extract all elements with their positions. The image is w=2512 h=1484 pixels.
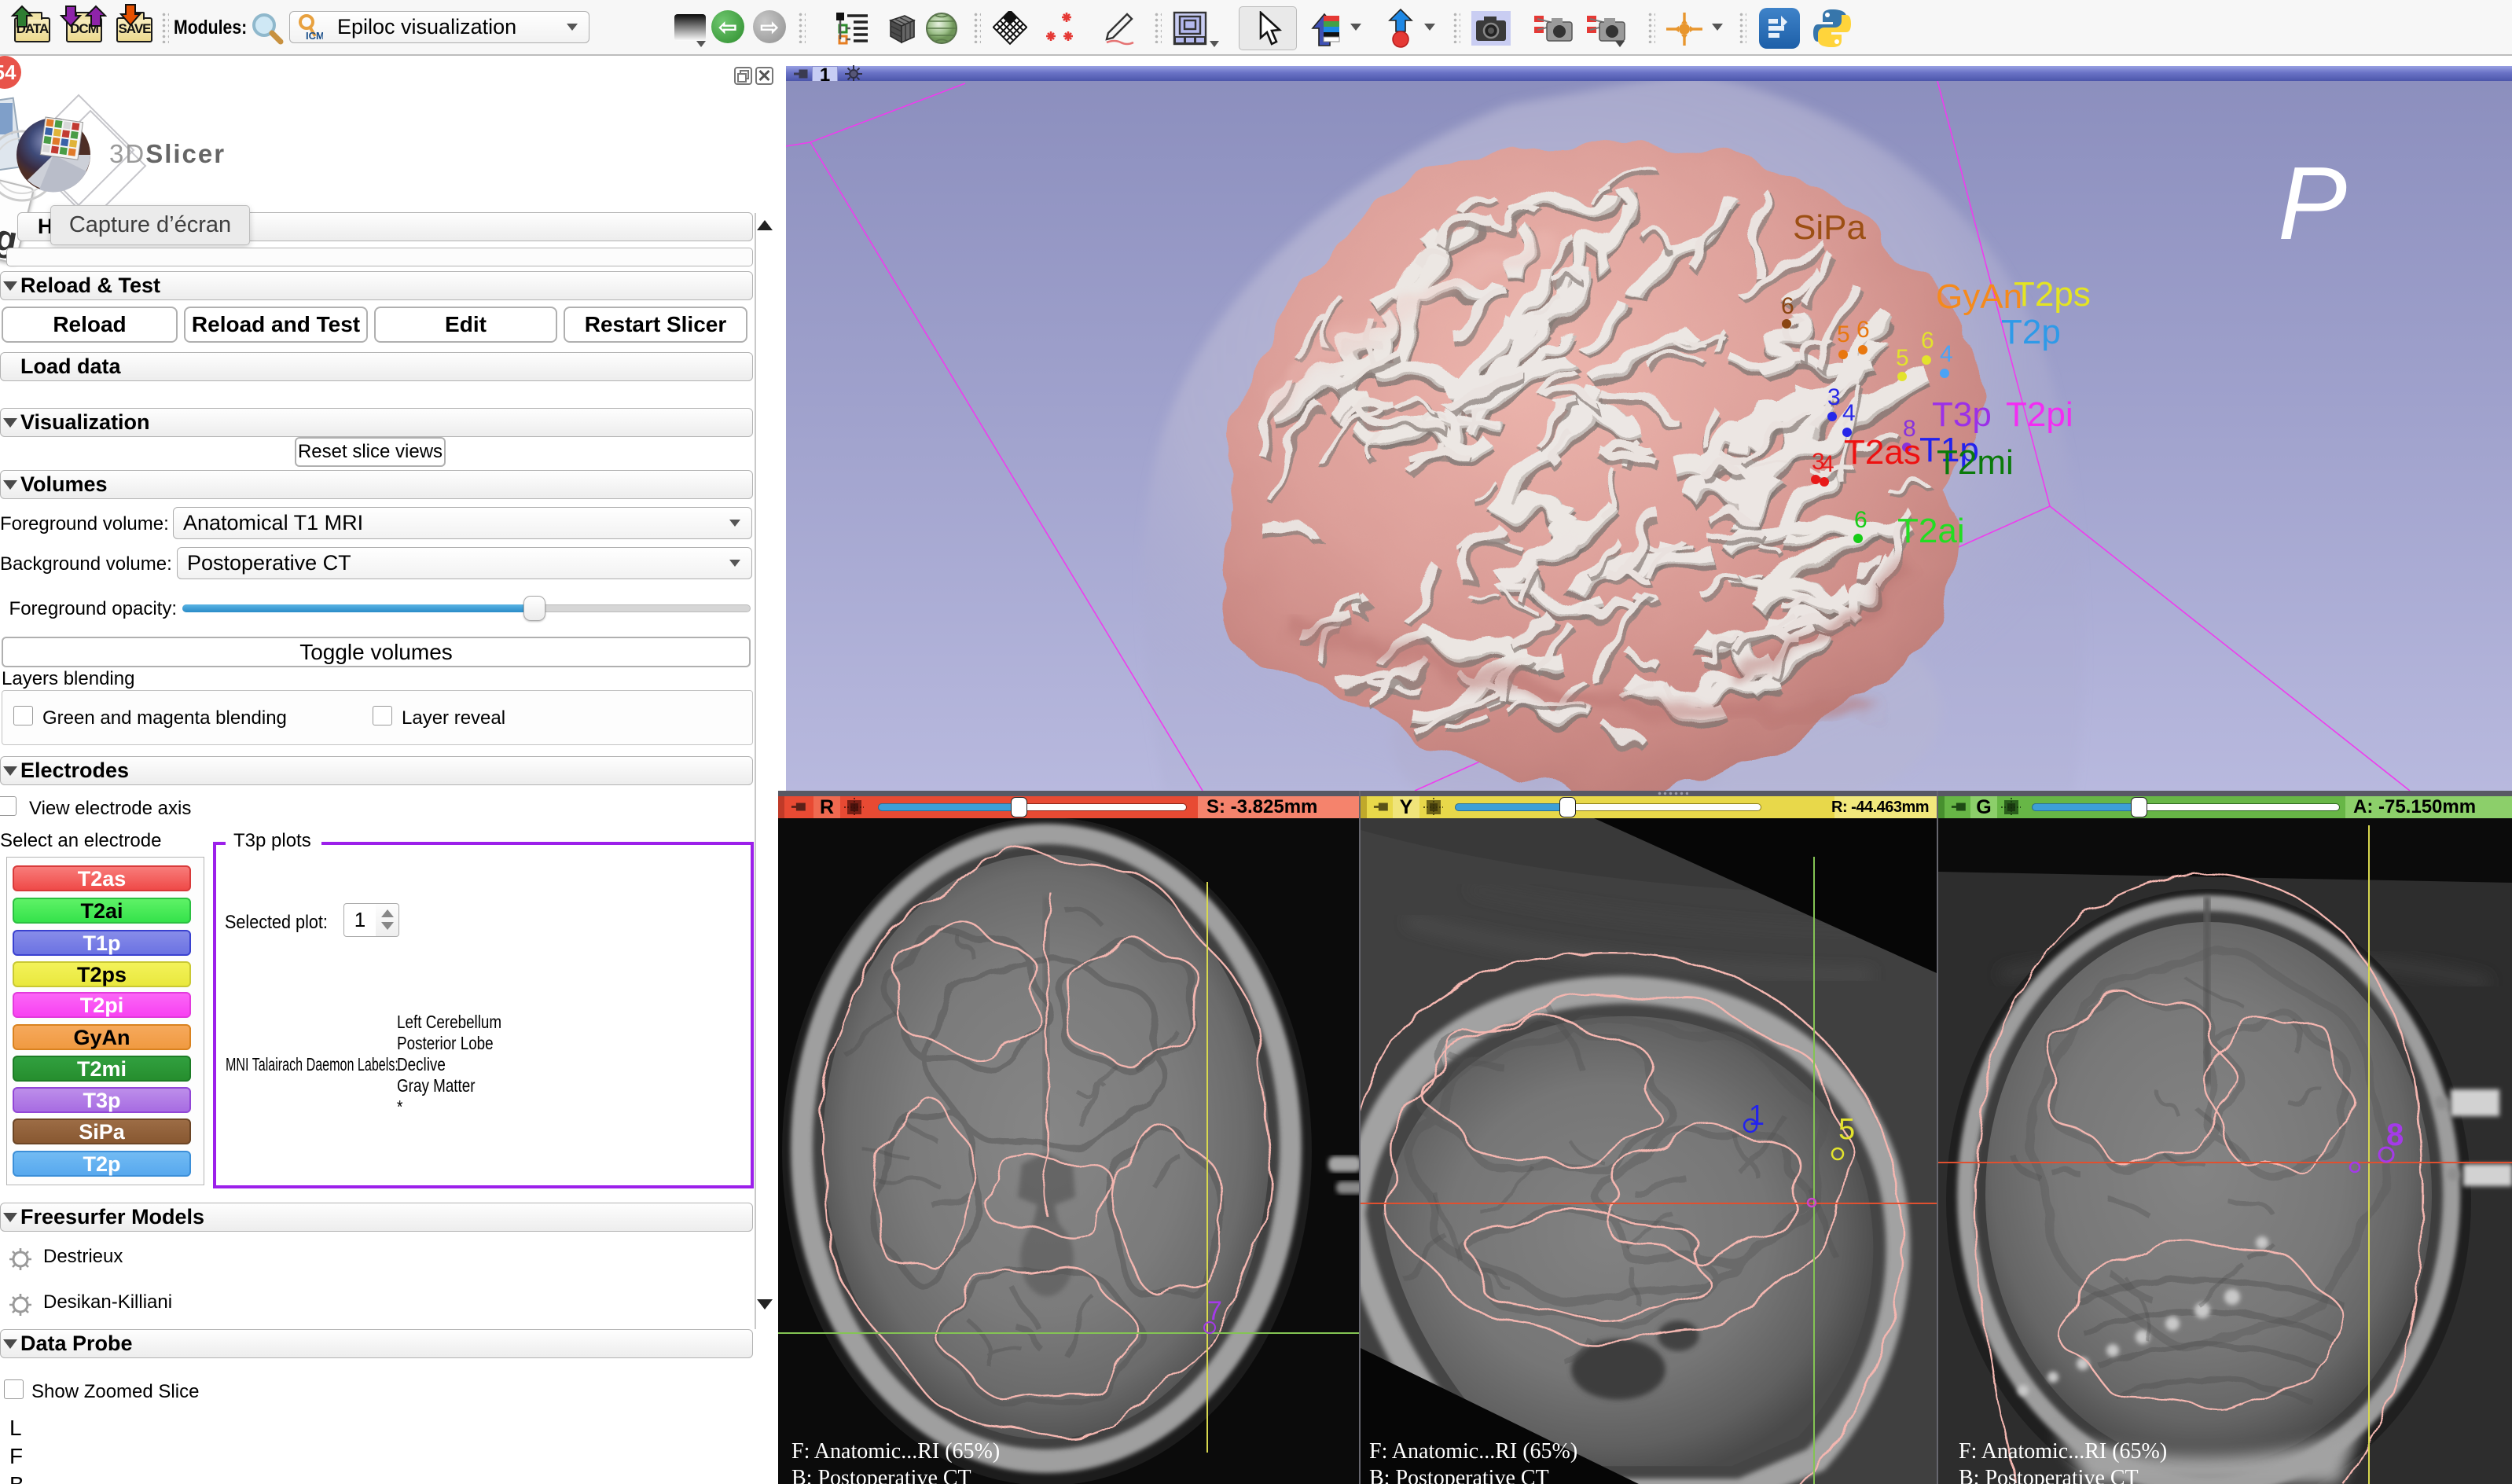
svg-text:4: 4 — [1940, 341, 1953, 367]
svg-text:6: 6 — [1856, 317, 1870, 343]
svg-text:6: 6 — [1781, 293, 1794, 319]
svg-text:6: 6 — [1854, 507, 1867, 533]
svg-text:5: 5 — [1837, 321, 1850, 347]
svg-text:6: 6 — [1921, 328, 1934, 354]
svg-text:5: 5 — [1838, 1113, 1855, 1146]
svg-text:ICM: ICM — [306, 30, 323, 41]
svg-text:4: 4 — [1842, 400, 1856, 426]
svg-text:5: 5 — [1896, 345, 1909, 371]
svg-text:4: 4 — [1821, 451, 1834, 477]
svg-text:3: 3 — [1827, 384, 1841, 410]
